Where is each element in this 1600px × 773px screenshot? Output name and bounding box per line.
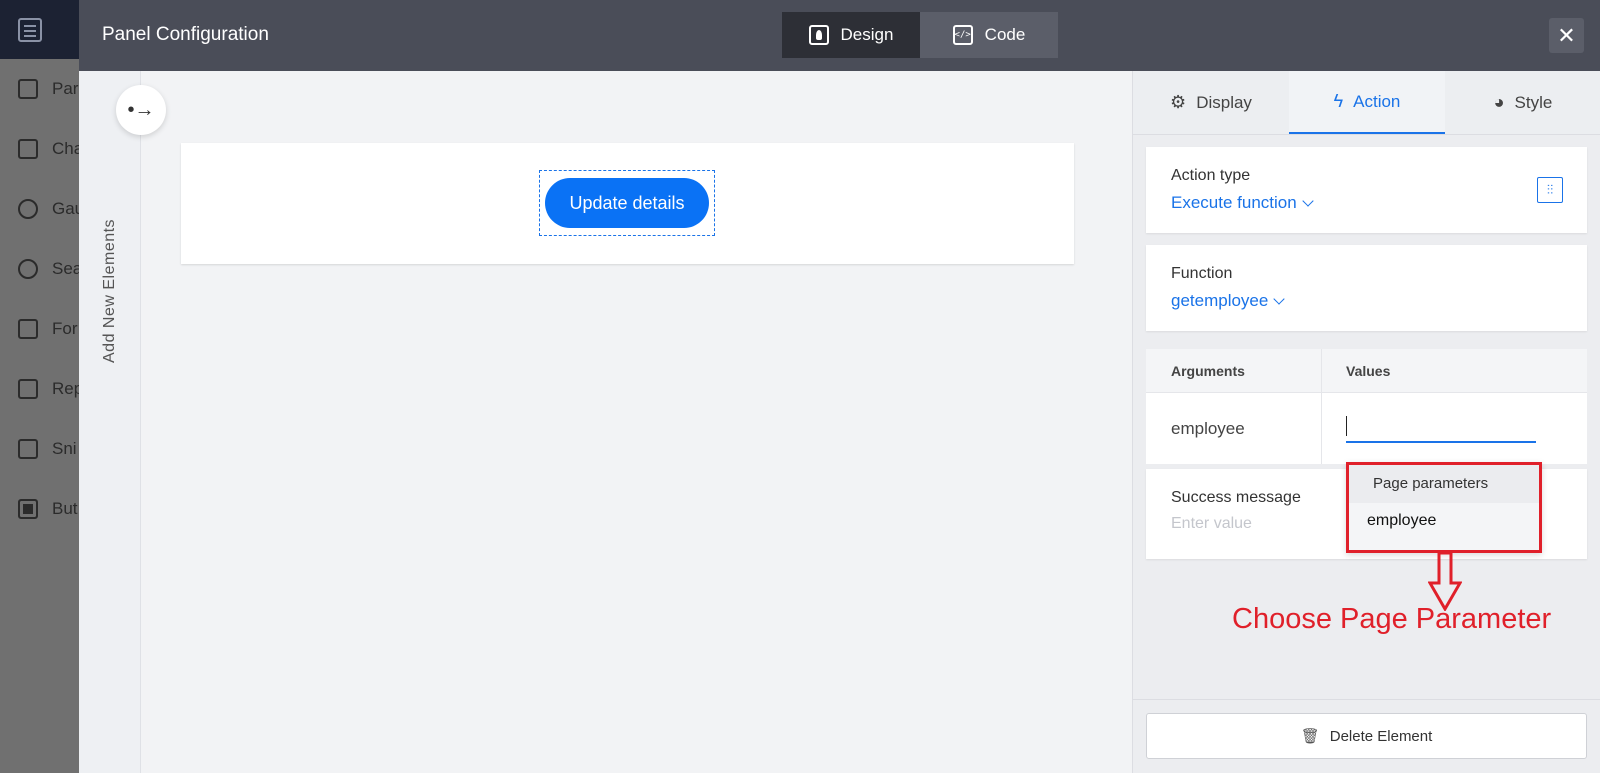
bg-sidebar-label: For bbox=[52, 319, 78, 338]
design-mode-button[interactable]: Design bbox=[782, 12, 920, 58]
sliders-icon[interactable]: ⫶⫶ bbox=[1537, 177, 1563, 203]
function-select[interactable]: getemployee bbox=[1171, 291, 1286, 311]
background-sidebar: Par Cha Gau Sea For Rep Sni But bbox=[0, 0, 84, 773]
bg-sidebar-item: Par bbox=[0, 69, 79, 109]
chart-icon bbox=[18, 139, 38, 159]
page-parameter-option[interactable]: employee bbox=[1367, 512, 1436, 530]
tab-action-label: Action bbox=[1353, 91, 1401, 111]
tab-display-label: Display bbox=[1196, 92, 1252, 112]
delete-element-button[interactable]: 🗑 Delete Element bbox=[1146, 713, 1587, 759]
action-type-select[interactable]: Execute function bbox=[1171, 193, 1314, 213]
bg-sidebar-item: For bbox=[0, 309, 79, 349]
app-logo bbox=[0, 0, 79, 59]
bg-sidebar-label: Sea bbox=[52, 259, 83, 278]
delete-element-label: Delete Element bbox=[1329, 727, 1433, 745]
annotation-text: Choose Page Parameter bbox=[1232, 603, 1552, 635]
column-divider bbox=[1321, 349, 1322, 464]
success-message-input[interactable]: Enter value bbox=[1171, 515, 1252, 533]
tab-style[interactable]: ◕ Style bbox=[1445, 71, 1600, 134]
bg-sidebar-label: But bbox=[52, 499, 78, 518]
button-icon bbox=[18, 499, 38, 519]
expand-elements-button[interactable]: •→ bbox=[116, 85, 166, 135]
grid-icon bbox=[18, 379, 38, 399]
app-logo-icon bbox=[18, 17, 42, 42]
bg-sidebar-item: Rep bbox=[0, 369, 83, 409]
page-parameters-dropdown: Page parameters employee bbox=[1346, 462, 1542, 553]
gear-icon: ⚙ bbox=[1170, 92, 1187, 112]
add-elements-rail: Add New Elements bbox=[79, 71, 141, 773]
page-icon bbox=[18, 79, 38, 99]
lightning-icon: ϟ bbox=[1333, 91, 1344, 111]
form-icon bbox=[18, 319, 38, 339]
page-parameters-header: Page parameters bbox=[1349, 465, 1539, 503]
text-caret bbox=[1346, 416, 1347, 436]
tab-display[interactable]: ⚙ Display bbox=[1133, 71, 1289, 134]
chevron-down-icon bbox=[1302, 195, 1314, 207]
design-icon bbox=[808, 25, 829, 45]
design-mode-label: Design bbox=[840, 25, 894, 44]
function-value: getemployee bbox=[1171, 291, 1269, 310]
selected-element-outline[interactable]: Update details bbox=[539, 170, 715, 236]
arguments-column-header: Arguments bbox=[1171, 363, 1245, 379]
modal-title: Panel Configuration bbox=[102, 24, 269, 45]
panel-configuration-modal: Panel Configuration Design </> Code ✕ Ad… bbox=[79, 0, 1600, 773]
bg-sidebar-item: But bbox=[0, 489, 79, 529]
code-mode-label: Code bbox=[984, 25, 1026, 44]
gauge-icon bbox=[18, 199, 38, 219]
snippet-icon bbox=[18, 439, 38, 459]
argument-name: employee bbox=[1171, 419, 1245, 438]
action-type-value: Execute function bbox=[1171, 193, 1297, 212]
palette-icon: ◕ bbox=[1493, 92, 1505, 112]
function-card: Function getemployee bbox=[1146, 245, 1587, 331]
chevron-down-icon bbox=[1273, 293, 1286, 305]
canvas-panel: Update details bbox=[181, 143, 1074, 264]
properties-tabs: ⚙ Display ϟ Action ◕ Style bbox=[1133, 71, 1600, 135]
arguments-header: Arguments Values bbox=[1146, 349, 1587, 393]
bg-sidebar-item: Cha bbox=[0, 129, 83, 169]
bg-sidebar-label: Par bbox=[52, 79, 79, 98]
tab-style-label: Style bbox=[1514, 92, 1553, 112]
arrow-right-icon: •→ bbox=[127, 98, 155, 121]
code-mode-button[interactable]: </> Code bbox=[920, 12, 1058, 58]
arguments-table: Arguments Values employee bbox=[1146, 349, 1587, 464]
update-details-button[interactable]: Update details bbox=[545, 178, 709, 228]
values-column-header: Values bbox=[1346, 363, 1391, 379]
argument-value-input[interactable] bbox=[1346, 411, 1536, 443]
search-icon bbox=[18, 259, 38, 279]
success-message-label: Success message bbox=[1171, 489, 1301, 506]
close-button[interactable]: ✕ bbox=[1549, 18, 1584, 53]
panel-footer: 🗑 Delete Element bbox=[1133, 699, 1600, 773]
modal-header: Panel Configuration Design </> Code ✕ bbox=[79, 0, 1600, 71]
action-type-label: Action type bbox=[1171, 167, 1251, 184]
bg-sidebar-item: Sni bbox=[0, 429, 79, 469]
close-icon: ✕ bbox=[1557, 22, 1576, 48]
function-label: Function bbox=[1171, 265, 1233, 282]
code-icon: </> bbox=[952, 25, 973, 45]
bg-sidebar-item: Gau bbox=[0, 189, 84, 229]
tab-action[interactable]: ϟ Action bbox=[1289, 71, 1445, 134]
bg-sidebar-item: Sea bbox=[0, 249, 83, 289]
add-new-elements-label[interactable]: Add New Elements bbox=[101, 219, 119, 363]
mode-toggle: Design </> Code bbox=[782, 12, 1058, 58]
bg-sidebar-label: Sni bbox=[52, 439, 77, 458]
trash-icon: 🗑 bbox=[1300, 728, 1320, 745]
properties-panel: ⚙ Display ϟ Action ◕ Style Action type E… bbox=[1132, 71, 1600, 773]
action-type-card: Action type Execute function ⫶⫶ bbox=[1146, 147, 1587, 233]
